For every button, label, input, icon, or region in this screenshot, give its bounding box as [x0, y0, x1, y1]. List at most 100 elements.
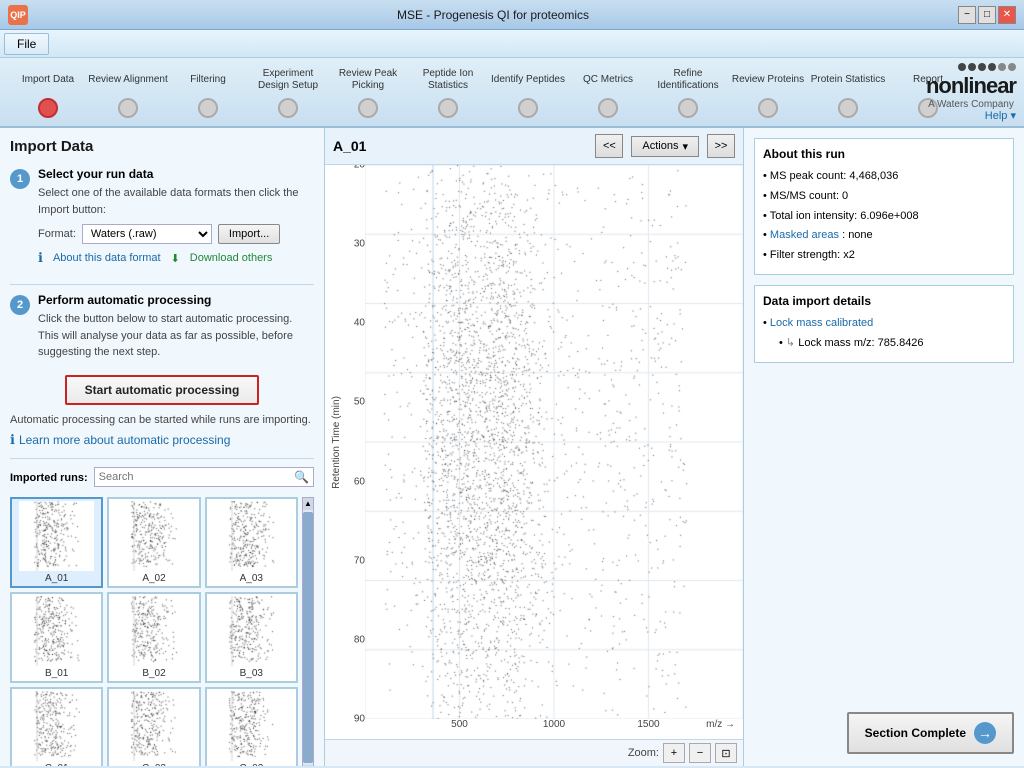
- lock-mass-value: Lock mass m/z: 785.8426: [798, 337, 923, 349]
- minimize-button[interactable]: −: [958, 6, 976, 24]
- run-canvas-C_01: [19, 691, 94, 761]
- zoom-out-button[interactable]: −: [689, 743, 711, 763]
- search-box: 🔍: [94, 467, 314, 487]
- dot3: [978, 63, 986, 71]
- nonlinear-logo: nonlinear A Waters Company: [926, 63, 1016, 110]
- run-thumb-C_02[interactable]: C_02: [107, 687, 200, 766]
- nav-next-button[interactable]: >>: [707, 134, 735, 158]
- run-thumb-B_03[interactable]: B_03: [205, 592, 298, 683]
- run-label-C_02: C_02: [142, 763, 166, 766]
- run-canvas-A_03: [214, 501, 289, 571]
- chart-title: A_01: [333, 138, 587, 154]
- zoom-in-button[interactable]: +: [663, 743, 685, 763]
- menu-bar: File: [0, 30, 1024, 58]
- imported-runs-label: Imported runs:: [10, 472, 88, 484]
- scroll-down-button[interactable]: ▼: [303, 765, 313, 766]
- y-tick-70: 70: [354, 555, 365, 566]
- runs-scrollbar: ▲ ▼: [302, 497, 314, 766]
- data-import-list: Lock mass calibrated ↳ Lock mass m/z: 78…: [763, 314, 1005, 354]
- run-thumb-C_03[interactable]: C_03: [205, 687, 298, 766]
- workflow-step-circle-5: [438, 98, 458, 118]
- step1-content: Select your run data Select one of the a…: [38, 167, 314, 274]
- run-canvas-B_03: [214, 596, 289, 666]
- dropdown-arrow-icon: ▾: [682, 140, 688, 153]
- workflow-step-6[interactable]: Identify Peptides: [488, 66, 568, 118]
- total-ion: Total ion intensity: 6.096e+008: [763, 207, 1005, 227]
- zoom-bar: Zoom: + − ⊡: [325, 739, 743, 766]
- y-ticks: 2030405060708090: [343, 165, 365, 719]
- learn-more-link[interactable]: Learn more about automatic processing: [19, 433, 230, 447]
- run-thumb-B_02[interactable]: B_02: [107, 592, 200, 683]
- run-thumb-img-A_02: [116, 501, 191, 571]
- section-complete-button[interactable]: Section Complete →: [847, 712, 1014, 754]
- lock-mass-item: Lock mass calibrated: [763, 314, 1005, 334]
- workflow-step-label-1: Review Alignment: [88, 66, 167, 94]
- right-panel: About this run MS peak count: 4,468,036 …: [744, 128, 1024, 766]
- workflow-step-1[interactable]: Review Alignment: [88, 66, 168, 118]
- run-canvas-C_03: [214, 691, 289, 761]
- step1-desc: Select one of the available data formats…: [38, 185, 314, 218]
- workflow-step-8[interactable]: Refine Identifications: [648, 66, 728, 118]
- scrollbar-thumb[interactable]: [303, 512, 313, 763]
- run-thumb-img-C_01: [19, 691, 94, 761]
- search-icon: 🔍: [294, 470, 309, 484]
- help-button[interactable]: Help ▾: [985, 109, 1016, 122]
- import-button[interactable]: Import...: [218, 224, 280, 244]
- run-thumb-img-C_03: [214, 691, 289, 761]
- run-thumb-B_01[interactable]: B_01: [10, 592, 103, 683]
- workflow-step-10[interactable]: Protein Statistics: [808, 66, 888, 118]
- step2-section: 2 Perform automatic processing Click the…: [10, 293, 314, 448]
- workflow-step-label-4: Review Peak Picking: [328, 66, 408, 94]
- run-thumb-A_02[interactable]: A_02: [107, 497, 200, 588]
- zoom-fit-button[interactable]: ⊡: [715, 743, 737, 763]
- workflow-step-circle-7: [598, 98, 618, 118]
- workflow-step-circle-1: [118, 98, 138, 118]
- restore-button[interactable]: □: [978, 6, 996, 24]
- workflow-step-label-10: Protein Statistics: [811, 66, 885, 94]
- file-menu[interactable]: File: [4, 33, 49, 55]
- close-button[interactable]: ✕: [998, 6, 1016, 24]
- about-format-link[interactable]: About this data format: [53, 252, 161, 264]
- run-canvas-A_01: [19, 501, 94, 571]
- main-content: Import Data 1 Select your run data Selec…: [0, 128, 1024, 766]
- workflow-step-2[interactable]: Filtering: [168, 66, 248, 118]
- section-complete-arrow-icon: →: [974, 722, 996, 744]
- y-tick-30: 30: [354, 239, 365, 250]
- actions-button[interactable]: Actions ▾: [631, 136, 699, 157]
- run-canvas-B_01: [19, 596, 94, 666]
- workflow-bar: Import DataReview AlignmentFilteringExpe…: [0, 58, 1024, 128]
- run-thumb-img-B_01: [19, 596, 94, 666]
- nav-prev-button[interactable]: <<: [595, 134, 623, 158]
- link-row: ℹ About this data format ⬇ Download othe…: [38, 250, 314, 266]
- format-select[interactable]: Waters (.raw): [82, 224, 212, 244]
- y-tick-90: 90: [354, 714, 365, 725]
- workflow-step-circle-10: [838, 98, 858, 118]
- run-label-A_02: A_02: [142, 573, 165, 584]
- scroll-up-button[interactable]: ▲: [303, 498, 313, 510]
- workflow-step-label-6: Identify Peptides: [491, 66, 565, 94]
- format-row: Format: Waters (.raw) Import...: [38, 224, 314, 244]
- step2-heading: Perform automatic processing: [38, 293, 314, 307]
- masked-areas-link[interactable]: Masked areas: [770, 229, 839, 241]
- start-automatic-processing-button[interactable]: Start automatic processing: [65, 375, 260, 405]
- dot1: [958, 63, 966, 71]
- workflow-step-4[interactable]: Review Peak Picking: [328, 66, 408, 118]
- workflow-step-circle-4: [358, 98, 378, 118]
- run-thumb-A_01[interactable]: A_01: [10, 497, 103, 588]
- workflow-step-0[interactable]: Import Data: [8, 66, 88, 118]
- runs-grid: A_01 A_02 A_03 B_01 B_02 B_03 C_01 C_02 C_03: [10, 497, 298, 766]
- run-label-C_03: C_03: [239, 763, 263, 766]
- workflow-step-3[interactable]: Experiment Design Setup: [248, 66, 328, 118]
- y-tick-20: 20: [354, 165, 365, 171]
- run-label-B_02: B_02: [142, 668, 165, 679]
- msms-count: MS/MS count: 0: [763, 187, 1005, 207]
- workflow-step-7[interactable]: QC Metrics: [568, 66, 648, 118]
- search-input[interactable]: [99, 471, 294, 483]
- download-others-link[interactable]: Download others: [190, 252, 273, 264]
- run-thumb-A_03[interactable]: A_03: [205, 497, 298, 588]
- window-controls: − □ ✕: [958, 6, 1016, 24]
- workflow-step-9[interactable]: Review Proteins: [728, 66, 808, 118]
- run-thumb-C_01[interactable]: C_01: [10, 687, 103, 766]
- workflow-step-5[interactable]: Peptide Ion Statistics: [408, 66, 488, 118]
- lock-mass-link[interactable]: Lock mass calibrated: [770, 317, 873, 329]
